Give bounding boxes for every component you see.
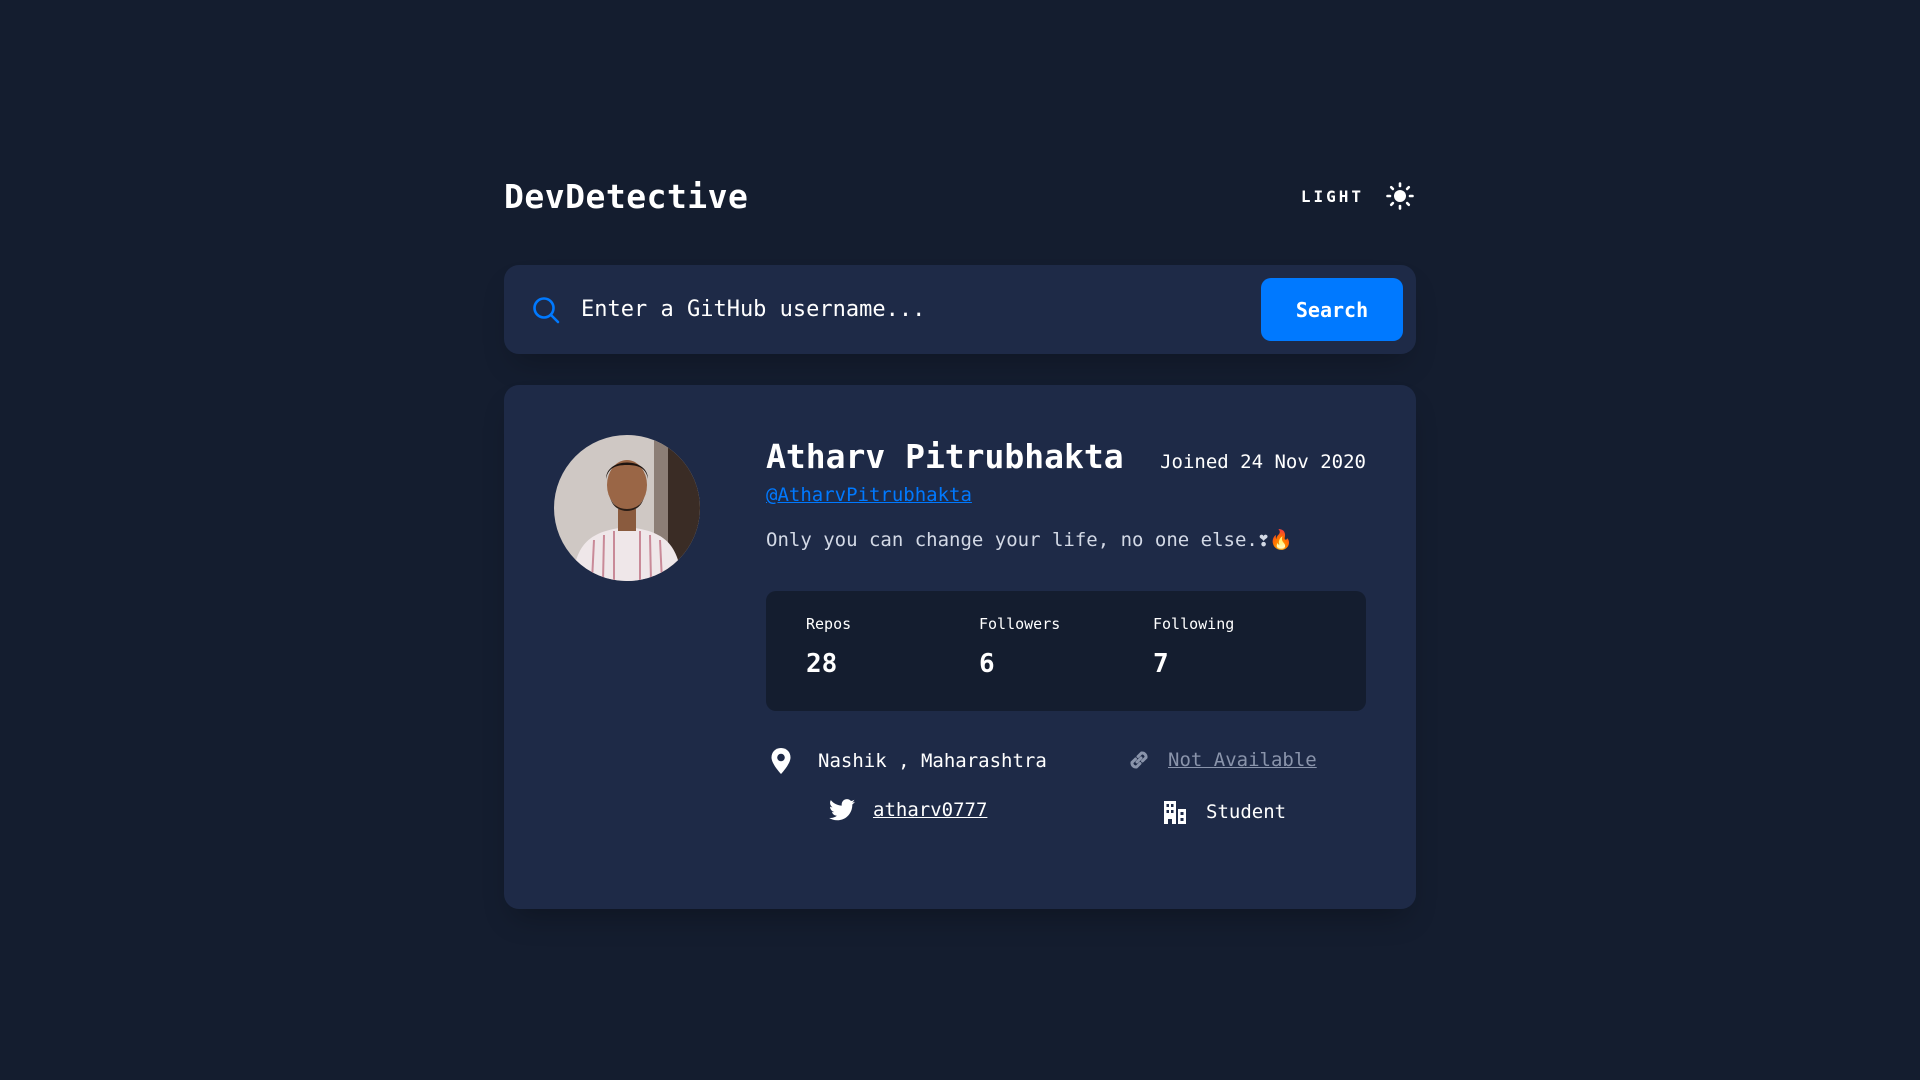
- stat-followers-label: Followers: [979, 615, 1061, 633]
- theme-toggle-label[interactable]: LIGHT: [1301, 187, 1364, 206]
- name-row: Atharv Pitrubhakta Joined 24 Nov 2020: [766, 437, 1366, 476]
- location-item: Nashik , Maharashtra: [770, 747, 1047, 775]
- search-bar: Search: [504, 265, 1416, 354]
- company-text: Student: [1206, 801, 1287, 823]
- company-item: Student: [1162, 799, 1286, 825]
- location-pin-icon: [771, 748, 791, 774]
- stat-following-label: Following: [1153, 615, 1235, 633]
- stat-repos: Repos 28: [806, 615, 851, 679]
- stat-followers: Followers 6: [979, 615, 1060, 679]
- stat-following-value: 7: [1153, 649, 1169, 679]
- company-icon: [1164, 801, 1186, 824]
- theme-toggle[interactable]: LIGHT: [1301, 182, 1416, 210]
- blog-item: Not Available: [1126, 747, 1317, 773]
- twitter-item: atharv0777: [829, 799, 987, 821]
- avatar: [554, 435, 700, 581]
- search-input[interactable]: [579, 283, 1261, 336]
- joined-date: Joined 24 Nov 2020: [1160, 451, 1366, 473]
- search-icon: [533, 296, 560, 323]
- twitter-icon: [829, 799, 855, 821]
- profile-login-link[interactable]: @AtharvPitrubhakta: [766, 484, 972, 506]
- profile-info: Atharv Pitrubhakta Joined 24 Nov 2020 @A…: [766, 437, 1366, 867]
- stat-repos-label: Repos: [806, 615, 852, 633]
- app-logo: DevDetective: [504, 176, 749, 216]
- stats-panel: Repos 28 Followers 6 Following 7: [766, 591, 1366, 711]
- stat-followers-value: 6: [979, 649, 995, 679]
- search-button[interactable]: Search: [1261, 278, 1403, 341]
- profile-name: Atharv Pitrubhakta: [766, 437, 1124, 476]
- app-container: DevDetective LIGHT Enter a GitHub userna…: [504, 170, 1416, 909]
- link-icon: [1130, 751, 1148, 769]
- location-text: Nashik , Maharashtra: [818, 750, 1047, 772]
- stat-following: Following 7: [1153, 615, 1234, 679]
- sun-icon[interactable]: [1386, 182, 1414, 210]
- twitter-link[interactable]: atharv0777: [873, 799, 987, 821]
- blog-link[interactable]: Not Available: [1168, 749, 1317, 771]
- header: DevDetective LIGHT: [504, 170, 1416, 222]
- profile-links: Nashik , Maharashtra Not Available athar…: [766, 747, 1366, 867]
- profile-card: Atharv Pitrubhakta Joined 24 Nov 2020 @A…: [504, 385, 1416, 909]
- profile-bio: Only you can change your life, no one el…: [766, 529, 1293, 551]
- stat-repos-value: 28: [806, 649, 838, 679]
